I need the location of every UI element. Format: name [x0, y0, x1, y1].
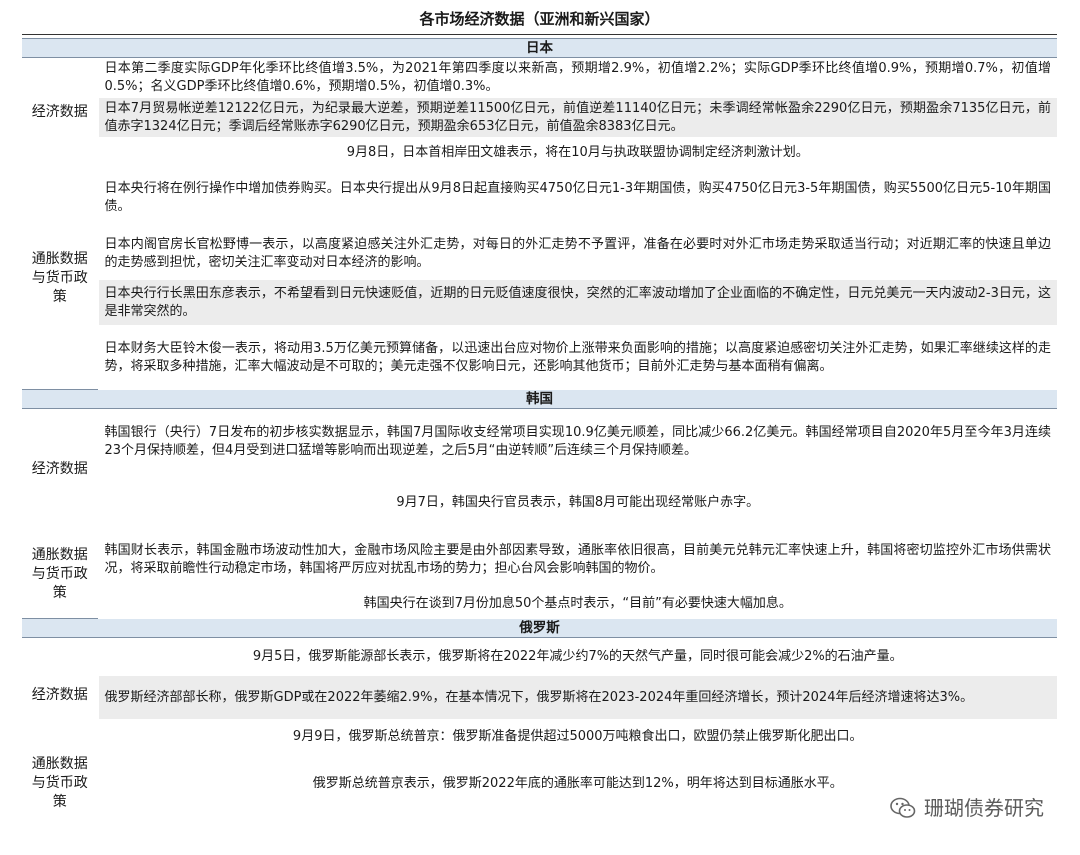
table-row: 俄罗斯经济部部长称，俄罗斯GDP或在2022年萎缩2.9%，在基本情况下，俄罗斯… [22, 675, 1057, 720]
table-row: 日本内阁官房长官松野博一表示，以高度紧迫感关注外汇走势，对每日的外汇走势不予置评… [22, 227, 1057, 280]
table-row: 日本财务大臣铃木俊一表示，将动用3.5万亿美元预算储备，以迅速出台应对物价上涨带… [22, 325, 1057, 390]
page-title: 各市场经济数据（亚洲和新兴国家） [419, 10, 660, 28]
section-header-russia: 俄罗斯 [22, 618, 1057, 638]
row-label-policy: 通胀数据与货币政策 [22, 753, 99, 814]
table-cell: 9月9日，俄罗斯总统普京：俄罗斯准备提供超过5000万吨粮食出口，欧盟仍禁止俄罗… [98, 719, 1057, 754]
row-label-econ: 经济数据 [22, 408, 99, 531]
table-row: 日本7月贸易帐逆差12122亿日元，为纪录最大逆差，预期逆差11500亿日元，前… [22, 97, 1057, 138]
row-label-econ: 经济数据 [22, 637, 99, 754]
title-divider [22, 34, 1057, 35]
row-label-policy: 通胀数据与货币政策 [22, 167, 99, 390]
table-row: 经济数据 9月5日，俄罗斯能源部长表示，俄罗斯将在2022年减少约7%的天然气产… [22, 637, 1057, 754]
section-header-korea: 韩国 [22, 389, 1057, 409]
table-cell: 9月7日，韩国央行官员表示，韩国8月可能出现经常账户赤字。 [98, 474, 1057, 531]
table-cell: 日本央行将在例行操作中增加债券购买。日本央行提出从9月8日起直接购买4750亿日… [98, 167, 1057, 228]
table-cell: 韩国财长表示，韩国金融市场波动性加大，金融市场风险主要是由外部因素导致，通胀率依… [98, 530, 1057, 589]
wechat-icon [890, 797, 916, 819]
table-row: 韩国央行在谈到7月份加息50个基点时表示，“目前”有必要快速大幅加息。 [22, 588, 1057, 619]
table-row: 9月9日，俄罗斯总统普京：俄罗斯准备提供超过5000万吨粮食出口，欧盟仍禁止俄罗… [22, 719, 1057, 754]
watermark: 珊瑚债券研究 [890, 792, 1044, 821]
table-cell: 日本财务大臣铃木俊一表示，将动用3.5万亿美元预算储备，以迅速出台应对物价上涨带… [98, 325, 1057, 390]
table-cell: 俄罗斯经济部部长称，俄罗斯GDP或在2022年萎缩2.9%，在基本情况下，俄罗斯… [98, 675, 1057, 720]
table-row: 9月7日，韩国央行官员表示，韩国8月可能出现经常账户赤字。 [22, 474, 1057, 531]
table-row: 经济数据 日本第二季度实际GDP年化季环比终值增3.5%，为2021年第四季度以… [22, 57, 1057, 168]
section-title-japan: 日本 [22, 38, 1057, 58]
table-cell: 日本第二季度实际GDP年化季环比终值增3.5%，为2021年第四季度以来新高，预… [98, 57, 1057, 98]
table-row: 经济数据 韩国银行（央行）7日发布的初步核实数据显示，韩国7月国际收支经常项目实… [22, 408, 1057, 531]
table-cell: 日本内阁官房长官松野博一表示，以高度紧迫感关注外汇走势，对每日的外汇走势不予置评… [98, 227, 1057, 280]
section-title-korea: 韩国 [22, 389, 1057, 409]
table-cell: 9月8日，日本首相岸田文雄表示，将在10月与执政联盟协调制定经济刺激计划。 [98, 137, 1057, 168]
table-cell: 韩国银行（央行）7日发布的初步核实数据显示，韩国7月国际收支经常项目实现10.9… [98, 408, 1057, 475]
section-title-russia: 俄罗斯 [22, 618, 1057, 638]
row-label-econ: 经济数据 [22, 57, 99, 168]
table-row: 日本央行行长黑田东彦表示，不希望看到日元快速贬值，近期的日元贬值速度很快，突然的… [22, 279, 1057, 326]
table-row: 通胀数据与货币政策 韩国财长表示，韩国金融市场波动性加大，金融市场风险主要是由外… [22, 530, 1057, 619]
economic-data-table: 日本 经济数据 日本第二季度实际GDP年化季环比终值增3.5%，为2021年第四… [22, 38, 1057, 814]
table-cell: 日本央行行长黑田东彦表示，不希望看到日元快速贬值，近期的日元贬值速度很快，突然的… [98, 279, 1057, 326]
section-header-japan: 日本 [22, 38, 1057, 58]
table-cell: 日本7月贸易帐逆差12122亿日元，为纪录最大逆差，预期逆差11500亿日元，前… [98, 97, 1057, 138]
row-label-policy: 通胀数据与货币政策 [22, 530, 99, 619]
table-cell: 韩国央行在谈到7月份加息50个基点时表示，“目前”有必要快速大幅加息。 [98, 588, 1057, 619]
table-row: 9月8日，日本首相岸田文雄表示，将在10月与执政联盟协调制定经济刺激计划。 [22, 137, 1057, 168]
watermark-text: 珊瑚债券研究 [924, 796, 1044, 820]
table-row: 通胀数据与货币政策 日本央行将在例行操作中增加债券购买。日本央行提出从9月8日起… [22, 167, 1057, 390]
table-cell: 9月5日，俄罗斯能源部长表示，俄罗斯将在2022年减少约7%的天然气产量，同时很… [98, 637, 1057, 676]
